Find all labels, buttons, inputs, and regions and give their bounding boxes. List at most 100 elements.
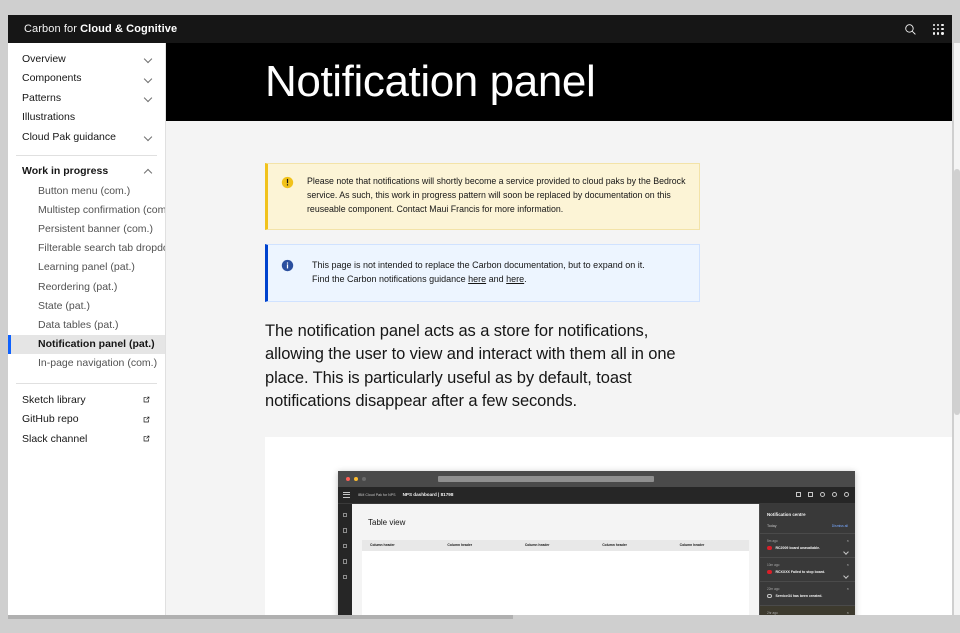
notification-item[interactable]: 10m ago × RCXXXX Failed to stop board. [760, 556, 855, 581]
sidebar-item-in-page-navigation[interactable]: In-page navigation (com.) [8, 354, 165, 373]
help-icon[interactable] [832, 492, 837, 498]
close-icon[interactable]: × [847, 586, 849, 591]
close-icon[interactable]: × [847, 538, 849, 543]
notification-item[interactable]: 5m ago × RC2009 board unavailable. [760, 532, 855, 557]
notification-message-row: RCXXXX Failed to stop board. [767, 570, 848, 575]
chevron-down-icon [144, 132, 153, 141]
header-actions [896, 15, 952, 43]
notification-panel-title: Notification centre [767, 511, 806, 517]
sidebar-item-label: Patterns [22, 91, 62, 104]
sidebar-item-learning-panel[interactable]: Learning panel (pat.) [8, 258, 165, 277]
column-header[interactable]: Column header [439, 543, 516, 547]
sidebar-item-notification-panel[interactable]: Notification panel (pat.) [8, 334, 165, 354]
chevron-down-icon[interactable] [844, 574, 848, 578]
column-header[interactable]: Column header [517, 543, 594, 547]
lede-paragraph: The notification panel acts as a store f… [265, 321, 676, 411]
notification-day-label: Today [767, 523, 777, 528]
search-button[interactable] [896, 15, 924, 43]
info-line-2-after: . [524, 274, 527, 285]
information-filled-icon [281, 259, 295, 287]
page-title: Notification panel [265, 57, 596, 106]
embedded-notification-panel: Notification centre Today Dismiss all 5m… [759, 503, 855, 615]
vertical-scrollbar[interactable] [954, 43, 960, 615]
carbon-guidance-link-2[interactable]: here [506, 274, 524, 284]
info-line-2-middle: and [486, 274, 507, 285]
notification-panel-subheader: Today Dismiss all [760, 517, 855, 533]
sidebar-link-sketch-library[interactable]: Sketch library [8, 390, 165, 410]
carbon-guidance-link-1[interactable]: here [468, 274, 486, 284]
hamburger-menu-icon[interactable] [343, 491, 350, 498]
panel-icon[interactable] [796, 492, 801, 498]
notification-text: RCXXXX Failed to stop board. [775, 569, 826, 574]
column-header[interactable]: Column header [362, 543, 439, 547]
dismiss-all-button[interactable]: Dismiss all [832, 524, 848, 528]
sidebar-item-label: In-page navigation (com.) [38, 357, 158, 370]
sidebar-item-reordering[interactable]: Reordering (pat.) [8, 277, 165, 296]
rail-icon-5[interactable] [342, 574, 348, 580]
chevron-down-icon[interactable] [844, 550, 848, 554]
sidebar-item-illustrations[interactable]: Illustrations [8, 108, 165, 128]
notification-message-row: RC2009 board unavailable. [767, 546, 848, 551]
sidebar-item-label: Data tables (pat.) [38, 318, 119, 331]
sidebar-item-multistep-confirmation[interactable]: Multistep confirmation (com.) [8, 200, 165, 219]
notification-item[interactable]: 22m ago × Service34 has been created. [760, 580, 855, 605]
info-line-1: This page is not intended to replace the… [312, 259, 645, 270]
error-status-icon [767, 545, 772, 551]
panel-alt-icon[interactable] [808, 492, 813, 498]
neutral-status-icon [767, 593, 772, 599]
browser-minimize-dot [354, 476, 358, 481]
column-header[interactable]: Column header [672, 543, 749, 547]
sidebar-item-persistent-banner[interactable]: Persistent banner (com.) [8, 219, 165, 238]
external-link-icon [143, 435, 150, 442]
error-status-icon [767, 569, 772, 575]
rail-icon-3[interactable] [342, 543, 348, 549]
user-avatar-icon[interactable] [844, 492, 849, 498]
chevron-down-icon [144, 54, 153, 63]
rail-icon-4[interactable] [342, 559, 348, 564]
rail-icon-2[interactable] [342, 528, 348, 533]
sidebar-section-work-in-progress[interactable]: Work in progress [8, 162, 165, 182]
notification-bell-icon[interactable] [820, 492, 825, 498]
info-notification-text: This page is not intended to replace the… [312, 258, 645, 287]
external-link-icon [143, 416, 150, 422]
warning-notification: Please note that notifications will shor… [265, 163, 700, 230]
app-switcher-button[interactable] [924, 15, 952, 43]
sidebar-item-label: Components [22, 72, 82, 85]
vertical-scrollbar-thumb[interactable] [954, 169, 960, 415]
brand-title[interactable]: Carbon for Cloud & Cognitive [8, 23, 177, 35]
sidebar-item-overview[interactable]: Overview [8, 49, 165, 69]
sidebar-item-label: Learning panel (pat.) [38, 261, 135, 274]
embedded-side-rail [338, 503, 352, 615]
sidebar-item-cloud-pak-guidance[interactable]: Cloud Pak guidance [8, 127, 165, 147]
sidebar-item-components[interactable]: Components [8, 69, 165, 89]
horizontal-scrollbar-thumb[interactable] [8, 615, 513, 619]
column-header[interactable]: Column header [594, 543, 671, 547]
embedded-product-name: IBM Cloud Pak for NPS [358, 492, 396, 497]
search-icon [904, 23, 916, 35]
sidebar-item-data-tables[interactable]: Data tables (pat.) [8, 315, 165, 334]
sidebar-link-label: Slack channel [22, 432, 88, 445]
sidebar-item-label: Persistent banner (com.) [38, 222, 153, 235]
embedded-app-body: Table view Column header Column header C… [338, 503, 855, 615]
notification-text: Service34 has been created. [775, 593, 823, 598]
sidebar-link-slack-channel[interactable]: Slack channel [8, 429, 165, 449]
sidebar-section-label: Work in progress [22, 165, 109, 178]
sidebar-link-github-repo[interactable]: GitHub repo [8, 409, 165, 429]
rail-icon-1[interactable] [342, 512, 348, 518]
sidebar-item-label: Filterable search tab dropdow... [38, 242, 165, 255]
sidebar-item-state[interactable]: State (pat.) [8, 296, 165, 315]
app-switcher-grid-icon [932, 23, 944, 35]
sidebar-item-label: Overview [22, 52, 66, 65]
sidebar-item-label: Reordering (pat.) [38, 280, 118, 293]
sidebar-item-label: Multistep confirmation (com.) [38, 203, 165, 216]
notification-item[interactable]: 2hr ago × Service12 capacity has reached… [760, 604, 855, 615]
horizontal-scrollbar[interactable] [8, 615, 952, 620]
close-icon[interactable]: × [847, 562, 849, 567]
sidebar-link-label: Sketch library [22, 393, 86, 406]
browser-url-bar[interactable] [438, 475, 654, 482]
sidebar-item-filterable-search-tab-dropdown[interactable]: Filterable search tab dropdow... [8, 239, 165, 258]
notification-timestamp: 22m ago [767, 586, 780, 591]
sidebar-navigation: Overview Components Patterns Illustratio… [8, 43, 166, 615]
sidebar-item-button-menu[interactable]: Button menu (com.) [8, 181, 165, 200]
sidebar-item-patterns[interactable]: Patterns [8, 88, 165, 108]
